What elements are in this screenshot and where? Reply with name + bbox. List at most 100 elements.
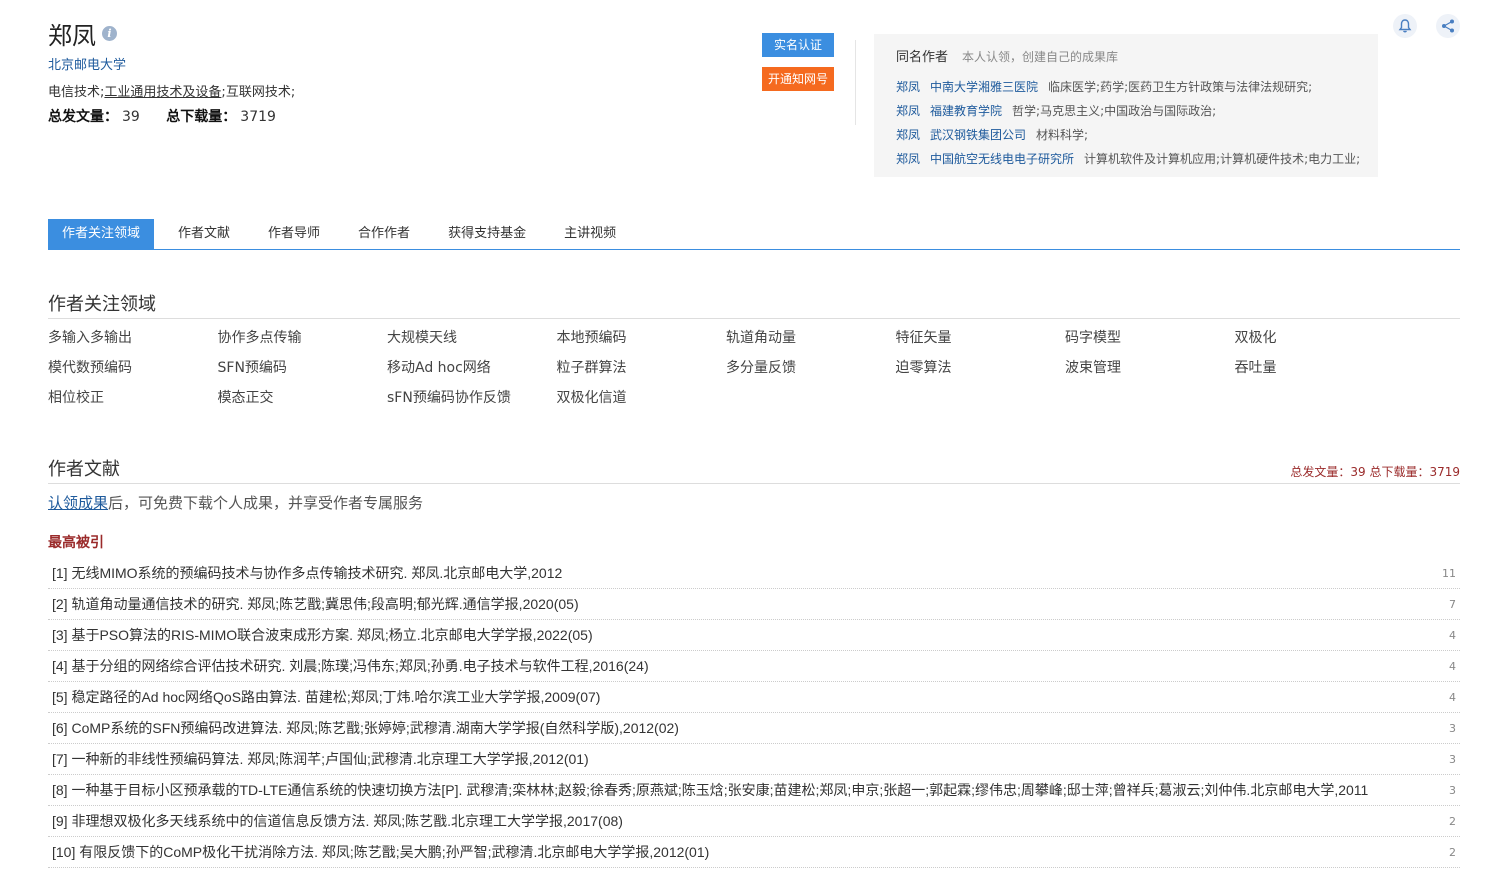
paper-row: [9] 非理想双极化多天线系统中的信道信息反馈方法. 郑凤;陈艺戬.北京理工大学… [48, 806, 1460, 837]
same-name-org[interactable]: 中南大学湘雅三医院 [930, 80, 1038, 94]
keyword-link[interactable]: 双极化信道 [557, 387, 727, 409]
share-icon [1442, 19, 1454, 33]
tab-coauthors[interactable]: 合作作者 [344, 219, 424, 249]
same-name-author[interactable]: 郑凤 [896, 80, 920, 94]
docs-stats: 总发文量：39 总下载量：3719 [1290, 465, 1460, 479]
author-stats: 总发文量： 39 总下载量： 3719 [48, 106, 298, 126]
author-name-row: 郑凤 i [48, 16, 117, 51]
open-cnki-id-button[interactable]: 开通知网号 [762, 67, 834, 91]
paper-row: [1] 无线MIMO系统的预编码技术与协作多点传输技术研究. 郑凤.北京邮电大学… [48, 558, 1460, 589]
total-articles-value: 39 [122, 109, 140, 125]
verify-button[interactable]: 实名认证 [762, 33, 834, 57]
author-tabs: 作者关注领域 作者文献 作者导师 合作作者 获得支持基金 主讲视频 [48, 219, 1460, 250]
tab-author-docs[interactable]: 作者文献 [164, 219, 244, 249]
paper-title-link[interactable]: [4] 基于分组的网络综合评估技术研究. 刘晨;陈璞;冯伟东;郑凤;孙勇.电子技… [52, 656, 649, 676]
author-affiliation[interactable]: 北京邮电大学 [48, 54, 126, 73]
divider [855, 40, 856, 125]
keyword-link[interactable]: 协作多点传输 [218, 327, 388, 349]
claim-link[interactable]: 认领成果 [48, 494, 108, 512]
bell-icon [1398, 19, 1412, 33]
field-link[interactable]: 工业通用技术及设备 [104, 85, 221, 100]
keyword-link[interactable]: SFN预编码 [218, 357, 388, 379]
same-name-org[interactable]: 中国航空无线电电子研究所 [930, 152, 1074, 166]
citation-count: 4 [1449, 628, 1456, 642]
paper-row: [4] 基于分组的网络综合评估技术研究. 刘晨;陈璞;冯伟东;郑凤;孙勇.电子技… [48, 651, 1460, 682]
citation-count: 2 [1449, 845, 1456, 859]
same-name-org[interactable]: 武汉钢铁集团公司 [930, 128, 1026, 142]
notification-button[interactable] [1393, 14, 1417, 38]
keyword-link[interactable]: 粒子群算法 [557, 357, 727, 379]
author-name: 郑凤 [48, 22, 96, 50]
paper-row: [5] 稳定路径的Ad hoc网络QoS路由算法. 苗建松;郑凤;丁炜.哈尔滨工… [48, 682, 1460, 713]
same-name-hint[interactable]: 本人认领，创建自己的成果库 [962, 50, 1118, 64]
tab-focus-areas[interactable]: 作者关注领域 [48, 219, 155, 249]
paper-title-link[interactable]: [1] 无线MIMO系统的预编码技术与协作多点传输技术研究. 郑凤.北京邮电大学… [52, 563, 562, 583]
keyword-link[interactable]: 相位校正 [48, 387, 218, 409]
keyword-link[interactable]: 波束管理 [1065, 357, 1235, 379]
same-name-author[interactable]: 郑凤 [896, 128, 920, 142]
citation-count: 7 [1449, 597, 1456, 611]
keyword-link[interactable]: 特征矢量 [896, 327, 1066, 349]
paper-row: [2] 轨道角动量通信技术的研究. 郑凤;陈艺戬;冀思伟;段高明;郁光辉.通信学… [48, 589, 1460, 620]
keyword-link[interactable]: 码字模型 [1065, 327, 1235, 349]
same-name-item[interactable]: 郑凤 福建教育学院 哲学;马克思主义;中国政治与国际政治; [896, 99, 1356, 123]
keyword-link[interactable]: 双极化 [1235, 327, 1405, 349]
same-name-header: 同名作者 本人认领，创建自己的成果库 [896, 46, 1356, 65]
keyword-grid: 多输入多输出 协作多点传输 大规模天线 本地预编码 轨道角动量 特征矢量 码字模… [48, 327, 1418, 409]
paper-title-link[interactable]: [5] 稳定路径的Ad hoc网络QoS路由算法. 苗建松;郑凤;丁炜.哈尔滨工… [52, 687, 600, 707]
paper-title-link[interactable]: [9] 非理想双极化多天线系统中的信道信息反馈方法. 郑凤;陈艺戬.北京理工大学… [52, 811, 623, 831]
paper-title-link[interactable]: [7] 一种新的非线性预编码算法. 郑凤;陈润芊;卢国仙;武穆清.北京理工大学学… [52, 749, 589, 769]
keyword-link[interactable]: 本地预编码 [557, 327, 727, 349]
keyword-link[interactable]: 模态正交 [218, 387, 388, 409]
focus-divider [48, 318, 1460, 319]
same-name-author[interactable]: 郑凤 [896, 104, 920, 118]
same-name-item[interactable]: 郑凤 中国航空无线电电子研究所 计算机软件及计算机应用;计算机硬件技术;电力工业; [896, 147, 1360, 171]
same-name-fields: 哲学;马克思主义;中国政治与国际政治; [1012, 104, 1217, 118]
docs-section-title: 作者文献 [48, 459, 120, 480]
same-name-authors-panel: 同名作者 本人认领，创建自己的成果库 郑凤 中南大学湘雅三医院 临床医学;药学;医药卫… [874, 34, 1378, 177]
paper-title-link[interactable]: [10] 有限反馈下的CoMP极化干扰消除方法. 郑凤;陈艺戬;吴大鹏;孙严智;… [52, 842, 709, 862]
same-name-author[interactable]: 郑凤 [896, 152, 920, 166]
keyword-link[interactable]: 多输入多输出 [48, 327, 218, 349]
paper-title-link[interactable]: [2] 轨道角动量通信技术的研究. 郑凤;陈艺戬;冀思伟;段高明;郁光辉.通信学… [52, 594, 579, 614]
paper-title-link[interactable]: [6] CoMP系统的SFN预编码改进算法. 郑凤;陈艺戬;张婷婷;武穆清.湖南… [52, 718, 679, 738]
keyword-link[interactable]: 迫零算法 [896, 357, 1066, 379]
paper-row: [6] CoMP系统的SFN预编码改进算法. 郑凤;陈艺戬;张婷婷;武穆清.湖南… [48, 713, 1460, 744]
same-name-org[interactable]: 福建教育学院 [930, 104, 1002, 118]
keyword-link[interactable]: sFN预编码协作反馈 [387, 387, 557, 409]
citation-count: 3 [1449, 752, 1456, 766]
paper-row: [3] 基于PSO算法的RIS-MIMO联合波束成形方案. 郑凤;杨立.北京邮电… [48, 620, 1460, 651]
info-icon[interactable]: i [102, 26, 117, 41]
tab-funds[interactable]: 获得支持基金 [434, 219, 540, 249]
same-name-item[interactable]: 郑凤 武汉钢铁集团公司 材料科学; [896, 123, 1356, 147]
same-name-title: 同名作者 [896, 50, 949, 65]
citation-count: 2 [1449, 814, 1456, 828]
keyword-link[interactable]: 大规模天线 [387, 327, 557, 349]
citation-count: 3 [1449, 721, 1456, 735]
field-link[interactable]: 互联网技术 [226, 85, 291, 100]
same-name-item[interactable]: 郑凤 中南大学湘雅三医院 临床医学;药学;医药卫生方针政策与法律法规研究; [896, 75, 1356, 99]
most-cited-heading: 最高被引 [48, 535, 104, 551]
same-name-fields: 临床医学;药学;医药卫生方针政策与法律法规研究; [1048, 80, 1313, 94]
focus-section-title: 作者关注领域 [48, 294, 156, 315]
paper-row: [10] 有限反馈下的CoMP极化干扰消除方法. 郑凤;陈艺戬;吴大鹏;孙严智;… [48, 837, 1460, 868]
paper-title-link[interactable]: [3] 基于PSO算法的RIS-MIMO联合波束成形方案. 郑凤;杨立.北京邮电… [52, 625, 593, 645]
paper-row: [7] 一种新的非线性预编码算法. 郑凤;陈润芊;卢国仙;武穆清.北京理工大学学… [48, 744, 1460, 775]
keyword-link[interactable]: 移动Ad hoc网络 [387, 357, 557, 379]
docs-divider [48, 483, 1460, 484]
field-link[interactable]: 电信技术 [48, 85, 100, 100]
paper-title-link[interactable]: [8] 一种基于目标小区预承载的TD-LTE通信系统的快速切换方法[P]. 武穆… [52, 780, 1368, 800]
keyword-link[interactable]: 吞吐量 [1235, 357, 1405, 379]
citation-count: 4 [1449, 690, 1456, 704]
keyword-link[interactable]: 轨道角动量 [726, 327, 896, 349]
share-button[interactable] [1436, 14, 1460, 38]
tab-videos[interactable]: 主讲视频 [550, 219, 630, 249]
citation-count: 3 [1449, 783, 1456, 797]
total-articles-label: 总发文量： [48, 109, 118, 125]
citation-count: 11 [1442, 566, 1456, 580]
total-downloads-label: 总下载量： [166, 109, 237, 125]
keyword-link[interactable]: 多分量反馈 [726, 357, 896, 379]
tab-author-advisor[interactable]: 作者导师 [254, 219, 334, 249]
claim-notice: 认领成果后，可免费下载个人成果，并享受作者专属服务 [48, 492, 423, 513]
keyword-link[interactable]: 模代数预编码 [48, 357, 218, 379]
